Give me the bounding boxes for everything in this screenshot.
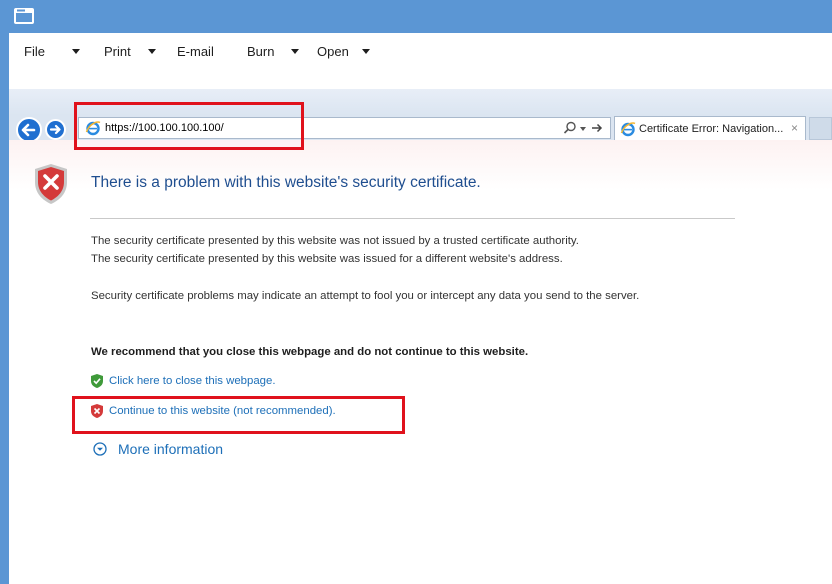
title-bar [9,0,832,33]
error-shield-icon [35,164,67,204]
page-content: There is a problem with this website's s… [9,140,832,584]
tab-title: Certificate Error: Navigation... [639,123,784,135]
menu-email[interactable]: E-mail [177,43,214,61]
green-shield-check-icon [91,374,103,388]
cert-wrong-address-text: The security certificate presented by th… [91,253,563,265]
cert-warning-text: Security certificate problems may indica… [91,290,640,302]
search-icon[interactable] [562,120,578,136]
forward-arrow-icon [49,124,61,135]
tab-close-icon[interactable]: × [791,121,798,135]
cert-not-trusted-text: The security certificate presented by th… [91,235,579,247]
menu-open[interactable]: Open [317,43,349,61]
menu-file[interactable]: File [24,43,45,61]
recommendation-text: We recommend that you close this webpage… [91,346,529,358]
menu-burn[interactable]: Burn [247,43,274,61]
back-arrow-icon [21,123,36,137]
menu-bar: File Print E-mail Burn Open [9,33,832,89]
burn-dropdown-icon[interactable] [291,49,299,54]
window-left-border [0,0,9,584]
continue-highlight-box [72,396,405,434]
open-dropdown-icon[interactable] [362,49,370,54]
title-divider [90,218,735,219]
ie-tab-icon [620,122,636,137]
go-arrow-icon[interactable] [589,120,605,136]
more-information-link[interactable]: More information [118,439,223,459]
close-webpage-link[interactable]: Click here to close this webpage. [109,372,276,390]
address-highlight-box [74,102,304,150]
forward-button[interactable] [45,119,66,140]
app-window-icon[interactable] [13,6,35,26]
expand-chevron-icon[interactable] [93,442,107,456]
tab-certificate-error[interactable]: Certificate Error: Navigation... × [614,116,806,140]
menu-print[interactable]: Print [104,43,131,61]
file-dropdown-icon[interactable] [72,49,80,54]
print-dropdown-icon[interactable] [148,49,156,54]
new-tab-button[interactable] [809,117,832,140]
page-title: There is a problem with this website's s… [91,174,481,191]
search-dropdown-icon[interactable] [580,127,586,131]
